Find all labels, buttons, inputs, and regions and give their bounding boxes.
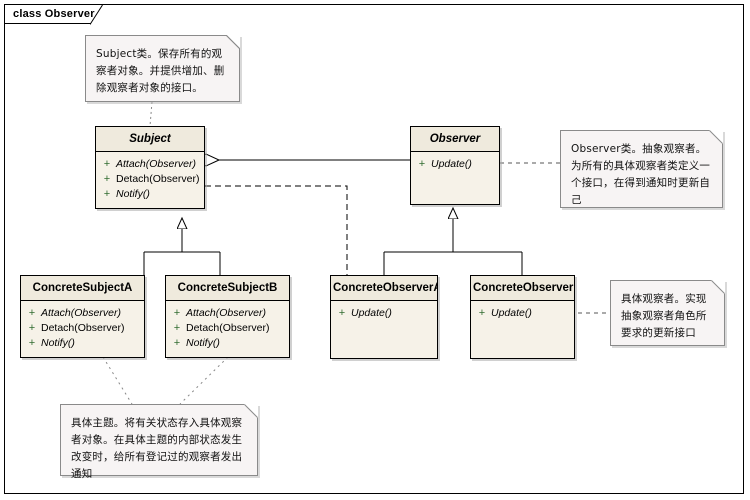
visibility-marker: + <box>173 337 181 349</box>
class-member: + Update() <box>413 157 497 172</box>
class-member: + Attach(Observer) <box>23 306 142 321</box>
visibility-marker: + <box>103 158 111 170</box>
note-observer[interactable]: Observer类。抽象观察者。为所有的具体观察者类定义一个接口，在得到通知时更… <box>560 130 723 208</box>
visibility-marker: + <box>173 307 181 319</box>
note-concrete-subject[interactable]: 具体主题。将有关状态存入具体观察者对象。在具体主题的内部状态发生改变时，给所有登… <box>60 404 258 480</box>
class-member: + Attach(Observer) <box>98 157 202 172</box>
note-observer-text: Observer类。抽象观察者。为所有的具体观察者类定义一个接口，在得到通知时更… <box>571 143 711 206</box>
visibility-marker: + <box>103 188 111 200</box>
class-members-concrete-subject-b: + Attach(Observer) + Detach(Observer) + … <box>166 301 289 357</box>
class-member: + Notify() <box>23 336 142 351</box>
note-concrete-observer[interactable]: 具体观察者。实现抽象观察者角色所要求的更新接口 <box>610 280 725 346</box>
class-title-concrete-observer-b: ConcreteObserverB <box>471 276 574 301</box>
member-name: Update() <box>491 307 532 319</box>
member-name: Detach(Observer) <box>116 173 200 185</box>
class-title-subject: Subject <box>96 127 204 152</box>
class-title-concrete-subject-b: ConcreteSubjectB <box>166 276 289 301</box>
note-subject-text: Subject类。保存所有的观察者对象。并提供增加、删除观察者对象的接口。 <box>96 48 225 94</box>
note-concrete-subject-text: 具体主题。将有关状态存入具体观察者对象。在具体主题的内部状态发生改变时，给所有登… <box>71 417 243 480</box>
class-member: + Update() <box>333 306 435 321</box>
class-box-concrete-observer-b[interactable]: ConcreteObserverB + Update() <box>470 275 575 359</box>
class-members-concrete-observer-b: + Update() <box>471 301 574 358</box>
member-name: Attach(Observer) <box>186 307 266 319</box>
class-member: + Update() <box>473 306 572 321</box>
class-box-concrete-subject-a[interactable]: ConcreteSubjectA + Attach(Observer) + De… <box>20 275 145 358</box>
member-name: Update() <box>431 158 472 170</box>
note-concrete-observer-text: 具体观察者。实现抽象观察者角色所要求的更新接口 <box>621 293 707 339</box>
class-title-concrete-subject-a: ConcreteSubjectA <box>21 276 144 301</box>
class-member: + Notify() <box>98 187 202 202</box>
visibility-marker: + <box>418 158 426 170</box>
class-box-concrete-subject-b[interactable]: ConcreteSubjectB + Attach(Observer) + De… <box>165 275 290 358</box>
visibility-marker: + <box>103 173 111 185</box>
class-member: + Detach(Observer) <box>168 321 287 336</box>
class-member: + Detach(Observer) <box>98 172 202 187</box>
visibility-marker: + <box>28 307 36 319</box>
class-box-concrete-observer-a[interactable]: ConcreteObserverA + Update() <box>330 275 438 359</box>
member-name: Notify() <box>41 337 75 349</box>
class-members-concrete-subject-a: + Attach(Observer) + Detach(Observer) + … <box>21 301 144 357</box>
class-members-concrete-observer-a: + Update() <box>331 301 437 358</box>
member-name: Update() <box>351 307 392 319</box>
visibility-marker: + <box>28 337 36 349</box>
visibility-marker: + <box>28 322 36 334</box>
visibility-marker: + <box>478 307 486 319</box>
class-member: + Attach(Observer) <box>168 306 287 321</box>
note-subject[interactable]: Subject类。保存所有的观察者对象。并提供增加、删除观察者对象的接口。 <box>85 35 240 102</box>
class-members-observer: + Update() <box>411 152 499 204</box>
frame-tab: class Observer <box>4 4 103 25</box>
member-name: Attach(Observer) <box>41 307 121 319</box>
class-box-subject[interactable]: Subject + Attach(Observer) + Detach(Obse… <box>95 126 205 209</box>
class-title-concrete-observer-a: ConcreteObserverA <box>331 276 437 301</box>
member-name: Attach(Observer) <box>116 158 196 170</box>
diagram-canvas: class Observer Subject (dashed with open… <box>0 0 750 500</box>
class-member: + Notify() <box>168 336 287 351</box>
visibility-marker: + <box>338 307 346 319</box>
visibility-marker: + <box>173 322 181 334</box>
frame-tab-label: class Observer <box>13 8 95 20</box>
member-name: Detach(Observer) <box>186 322 270 334</box>
class-member: + Detach(Observer) <box>23 321 142 336</box>
class-members-subject: + Attach(Observer) + Detach(Observer) + … <box>96 152 204 208</box>
member-name: Notify() <box>116 188 150 200</box>
member-name: Detach(Observer) <box>41 322 125 334</box>
member-name: Notify() <box>186 337 220 349</box>
class-box-observer[interactable]: Observer + Update() <box>410 126 500 205</box>
class-title-observer: Observer <box>411 127 499 152</box>
